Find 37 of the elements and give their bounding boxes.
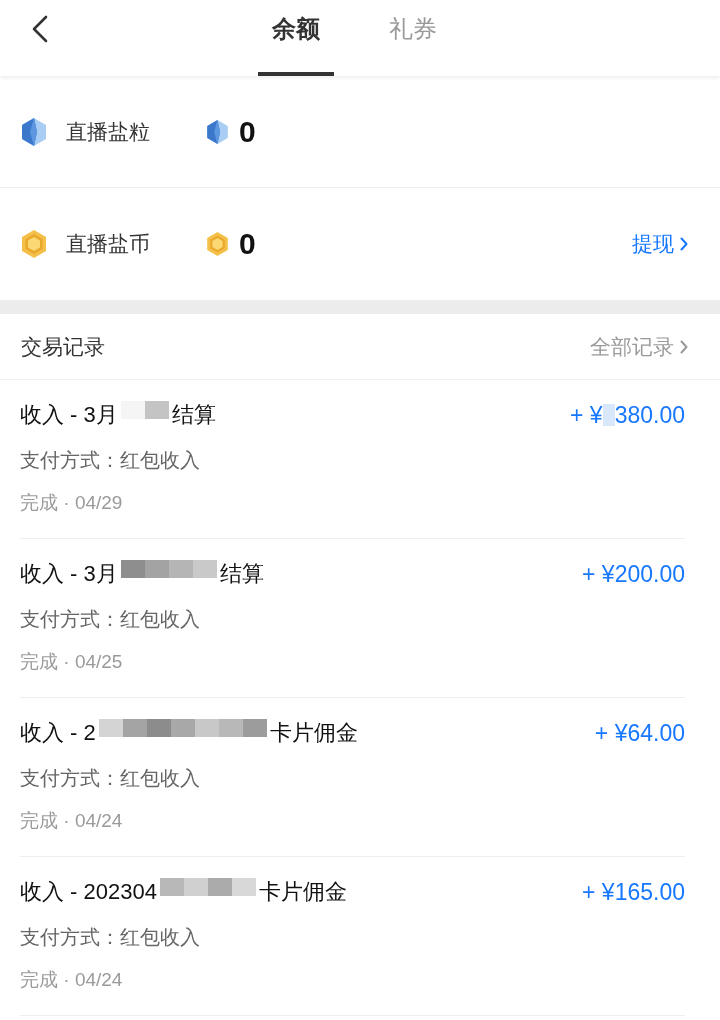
hexagon-coin-icon — [207, 232, 228, 256]
balance-amount: 0 — [239, 226, 256, 262]
payment-method: 支付方式：红包收入 — [20, 766, 200, 791]
title-text: 卡片佣金 — [258, 878, 347, 906]
title-text: 收入 - 3月 — [20, 560, 118, 588]
title-text: 收入 - 202304 — [20, 878, 157, 906]
hexagon-coin-icon — [22, 230, 46, 258]
title-text: 结算 — [171, 401, 216, 429]
chevron-right-icon — [680, 339, 688, 354]
payment-method: 支付方式：红包收入 — [20, 925, 200, 950]
payment-method: 支付方式：红包收入 — [20, 448, 200, 473]
status-date: 完成 · 04/25 — [20, 650, 123, 674]
title-text: 收入 - 2 — [20, 719, 96, 747]
tab[interactable]: 余额 — [258, 0, 334, 76]
crystal-gem-icon — [207, 119, 228, 144]
status-date: 完成 · 04/24 — [20, 809, 123, 833]
back-icon — [32, 15, 48, 43]
balance-label: 直播盐币 — [66, 231, 151, 257]
status-date: 完成 · 04/24 — [20, 968, 123, 992]
balance-amount: 0 — [239, 113, 256, 150]
title-text: 卡片佣金 — [269, 719, 358, 747]
crystal-gem-icon — [22, 117, 46, 146]
amount-text: + ¥200.00 — [582, 560, 685, 588]
amount-text: + ¥64.00 — [594, 719, 685, 747]
title-text: 结算 — [219, 560, 264, 588]
status-date: 完成 · 04/29 — [20, 491, 123, 515]
title-text: 收入 - 3月 — [20, 401, 118, 429]
amount-text: + ¥165.00 — [582, 878, 685, 906]
withdraw-link[interactable]: 提现 — [632, 229, 688, 259]
payment-method: 支付方式：红包收入 — [20, 607, 200, 632]
tab[interactable]: 礼券 — [375, 0, 451, 76]
amount-text: + ¥ — [570, 401, 603, 429]
balance-label: 直播盐粒 — [66, 118, 151, 145]
all-records-link[interactable]: 全部记录 — [590, 331, 688, 362]
amount-text: 380.00 — [614, 401, 685, 429]
chevron-right-icon — [680, 237, 688, 251]
section-title: 交易记录 — [21, 333, 105, 360]
